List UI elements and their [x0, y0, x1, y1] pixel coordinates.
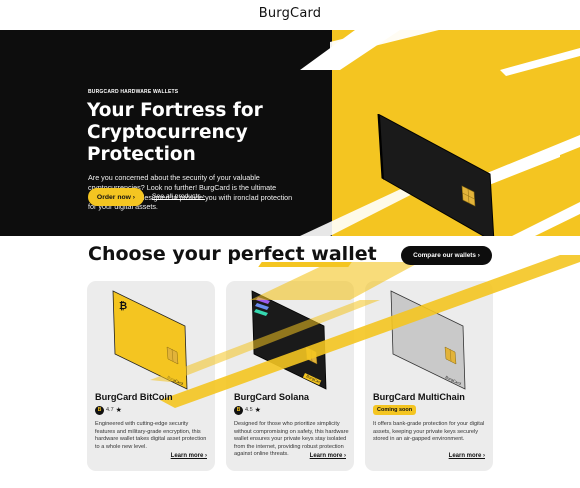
- product-card-image: BurgCard: [251, 290, 327, 390]
- product-name: BurgCard BitCoin: [95, 392, 173, 402]
- product-rating: B 4.5 ★: [234, 405, 261, 415]
- learn-more-link[interactable]: Learn more ›: [310, 453, 346, 459]
- product-rating: B 4.7 ★: [95, 405, 122, 415]
- star-icon: ★: [115, 406, 122, 414]
- hero-eyebrow: BURGCARD HARDWARE WALLETS: [88, 89, 179, 95]
- rating-value: 4.7: [106, 407, 114, 413]
- section-title: Choose your perfect wallet: [88, 243, 377, 265]
- product-card-multichain[interactable]: BurgCard BurgCard MultiChain Coming soon…: [365, 281, 493, 471]
- product-card-image: ₿ BurgCard: [112, 290, 188, 390]
- top-bar: BurgCard: [0, 0, 580, 30]
- product-name: BurgCard MultiChain: [373, 392, 465, 402]
- learn-more-link[interactable]: Learn more ›: [449, 453, 485, 459]
- product-description: It offers bank-grade protection for your…: [373, 421, 485, 443]
- bitcoin-icon: ₿: [119, 300, 127, 312]
- product-card-solana[interactable]: BurgCard BurgCard Solana B 4.5 ★ Designe…: [226, 281, 354, 471]
- compare-wallets-button[interactable]: Compare our wallets ›: [401, 246, 492, 265]
- page: BurgCard BURGCARD HARDWARE WALLETS Your …: [0, 0, 580, 488]
- hero-section: BURGCARD HARDWARE WALLETS Your Fortress …: [0, 30, 580, 236]
- hero-title: Your Fortress for Cryptocurrency Protect…: [87, 100, 263, 165]
- product-card-bitcoin[interactable]: ₿ BurgCard BurgCard BitCoin B 4.7 ★ Engi…: [87, 281, 215, 471]
- coin-icon: B: [234, 405, 243, 415]
- product-card-image: BurgCard: [390, 290, 466, 390]
- order-now-button[interactable]: Order now ›: [88, 188, 144, 206]
- product-description: Engineered with cutting-edge security fe…: [95, 421, 207, 450]
- product-name: BurgCard Solana: [234, 392, 310, 402]
- star-icon: ★: [254, 406, 261, 414]
- see-all-products-link[interactable]: See all products ›: [152, 193, 205, 200]
- hero-card-image: [377, 114, 495, 236]
- brand-logo[interactable]: BurgCard: [259, 6, 322, 21]
- coming-soon-badge: Coming soon: [373, 405, 417, 415]
- learn-more-link[interactable]: Learn more ›: [171, 453, 207, 459]
- rating-value: 4.5: [245, 407, 253, 413]
- coin-icon: B: [95, 405, 104, 415]
